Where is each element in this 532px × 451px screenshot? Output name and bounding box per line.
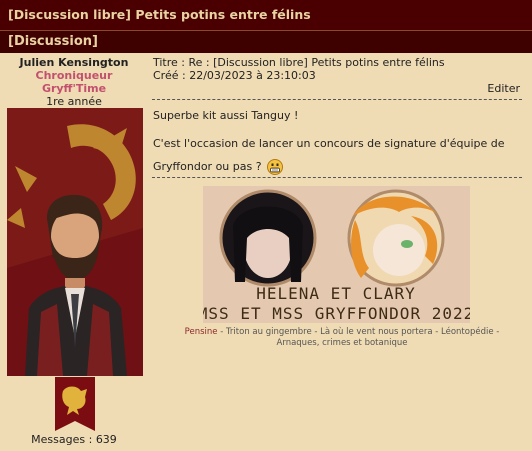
signature-links-rest[interactable]: - Triton au gingembre - Là où le vent no… bbox=[218, 327, 499, 348]
post-title: Titre : Re : [Discussion libre] Petits p… bbox=[153, 56, 445, 69]
topic-title[interactable]: [Discussion libre] Petits potins entre f… bbox=[0, 7, 311, 22]
author-rank: Chroniqueur Gryff'Time bbox=[0, 69, 148, 95]
post-paragraph-2: C'est l'occasion de lancer un concours d… bbox=[153, 132, 515, 178]
signature-banner-line1: HELENA ET CLARY bbox=[256, 284, 416, 303]
topic-title-bar: [Discussion libre] Petits potins entre f… bbox=[0, 0, 532, 30]
house-badge-icon bbox=[55, 377, 95, 431]
author-message-count: Messages : 639 bbox=[31, 433, 117, 446]
post-meta: Titre : Re : [Discussion libre] Petits p… bbox=[153, 56, 445, 82]
forum-name[interactable]: [Discussion] bbox=[0, 34, 98, 49]
signature-banner-line2: MSS ET MSS GRYFFONDOR 2022 bbox=[203, 304, 470, 323]
post-created: Créé : 22/03/2023 à 23:10:03 bbox=[153, 69, 316, 82]
author-avatar[interactable] bbox=[7, 108, 143, 376]
author-rank-line2: Gryff'Time bbox=[41, 82, 107, 95]
signature-banner: HELENA ET CLARY MSS ET MSS GRYFFONDOR 20… bbox=[198, 186, 473, 323]
signature-links: Pensine - Triton au gingembre - Là où le… bbox=[162, 327, 522, 349]
author-year: 1re année bbox=[46, 95, 102, 108]
author-rank-line1: Chroniqueur bbox=[35, 69, 113, 82]
edit-link[interactable]: Editer bbox=[487, 82, 520, 95]
forum-name-bar: [Discussion] bbox=[0, 30, 532, 53]
grin-smiley-icon bbox=[267, 159, 284, 175]
post-paragraph-1: Superbe kit aussi Tanguy ! bbox=[153, 109, 299, 122]
author-name[interactable]: Julien Kensington bbox=[0, 56, 148, 69]
avatar-illustration bbox=[7, 108, 143, 376]
post-divider bbox=[152, 99, 522, 100]
signature-divider bbox=[152, 177, 522, 178]
author-panel: Julien Kensington Chroniqueur Gryff'Time… bbox=[0, 52, 148, 451]
post-paragraph-2-text: C'est l'occasion de lancer un concours d… bbox=[153, 137, 505, 173]
signature-link-pensine[interactable]: Pensine bbox=[185, 327, 218, 337]
